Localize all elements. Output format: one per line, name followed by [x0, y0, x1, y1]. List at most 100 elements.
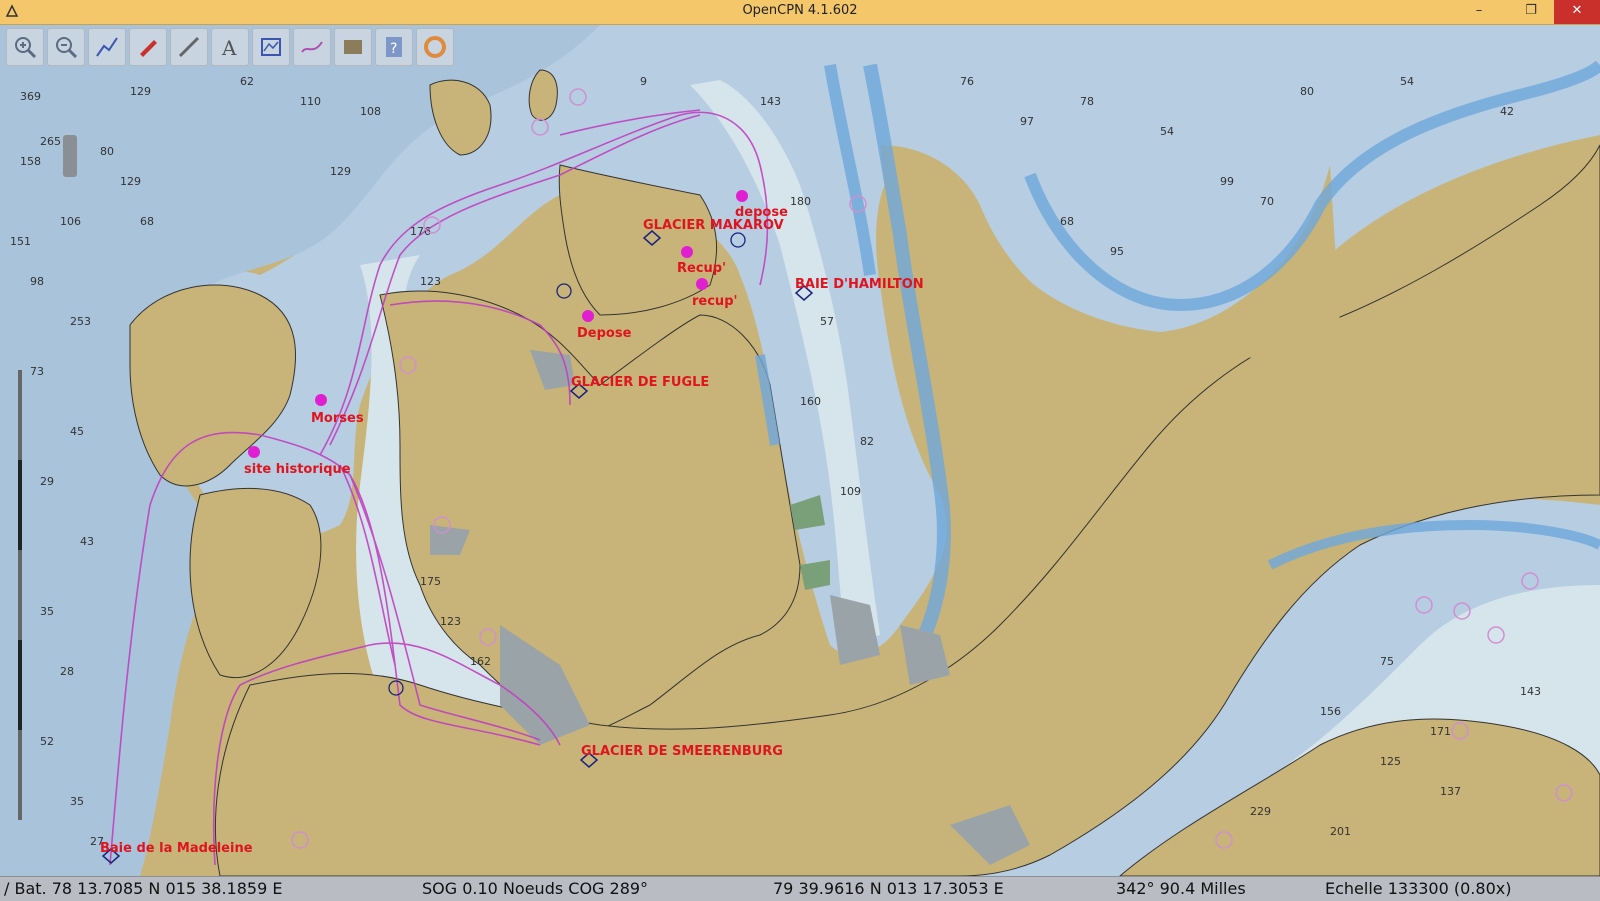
svg-text:29: 29 [40, 475, 54, 488]
text-button[interactable]: A [211, 28, 249, 66]
window-title: OpenCPN 4.1.602 [742, 3, 858, 18]
settings-button[interactable] [416, 28, 454, 66]
svg-text:123: 123 [440, 615, 461, 628]
measure-icon [178, 36, 200, 58]
svg-text:70: 70 [1260, 195, 1274, 208]
help-button[interactable]: ? [375, 28, 413, 66]
svg-text:43: 43 [80, 535, 94, 548]
status-cursor-position: 79 39.9616 N 013 17.3053 E [773, 879, 1004, 898]
svg-text:106: 106 [60, 215, 81, 228]
chart-info-button[interactable] [334, 28, 372, 66]
svg-text:110: 110 [300, 95, 321, 108]
svg-text:82: 82 [860, 435, 874, 448]
scale-bar [18, 370, 24, 830]
svg-text:45: 45 [70, 425, 84, 438]
svg-text:57: 57 [820, 315, 834, 328]
status-bearing-distance: 342° 90.4 Milles [1116, 879, 1246, 898]
svg-text:99: 99 [1220, 175, 1234, 188]
label-glacier-smeerenburg[interactable]: GLACIER DE SMEERENBURG [581, 744, 783, 759]
help-icon: ? [386, 37, 402, 57]
svg-text:76: 76 [960, 75, 974, 88]
measure-button[interactable] [170, 28, 208, 66]
zoom-in-icon [15, 37, 37, 59]
svg-text:68: 68 [140, 215, 154, 228]
svg-text:137: 137 [1440, 785, 1461, 798]
svg-text:A: A [221, 36, 237, 60]
minimize-button[interactable]: – [1464, 0, 1494, 24]
svg-text:35: 35 [40, 605, 54, 618]
svg-text:180: 180 [790, 195, 811, 208]
label-glacier-fugle[interactable]: GLACIER DE FUGLE [571, 375, 709, 390]
label-morses[interactable]: Morses [311, 411, 364, 426]
svg-text:62: 62 [240, 75, 254, 88]
label-depose-2[interactable]: Depose [577, 326, 632, 341]
svg-text:156: 156 [1320, 705, 1341, 718]
zoom-out-icon [56, 37, 78, 59]
track-button[interactable] [293, 28, 331, 66]
svg-text:129: 129 [130, 85, 151, 98]
label-depose-1[interactable]: depose [735, 205, 788, 220]
label-baie-madeleine[interactable]: Baie de la Madeleine [100, 841, 253, 856]
svg-text:54: 54 [1160, 125, 1174, 138]
svg-text:129: 129 [120, 175, 141, 188]
svg-text:54: 54 [1400, 75, 1414, 88]
label-glacier-makarov[interactable]: GLACIER MAKAROV [643, 218, 784, 233]
tide-icon [261, 38, 281, 56]
svg-text:97: 97 [1020, 115, 1034, 128]
ship-button[interactable] [129, 28, 167, 66]
svg-text:?: ? [390, 41, 397, 57]
title-bar: OpenCPN 4.1.602 – ❐ ✕ [0, 0, 1600, 25]
svg-text:265: 265 [40, 135, 61, 148]
main-toolbar: A ? [6, 28, 454, 68]
status-sog-cog: SOG 0.10 Noeuds COG 289° [422, 879, 649, 898]
svg-text:253: 253 [70, 315, 91, 328]
svg-text:125: 125 [1380, 755, 1401, 768]
status-bar: / Bat. 78 13.7085 N 015 38.1859 E SOG 0.… [0, 876, 1600, 901]
text-icon: A [221, 36, 237, 60]
label-recup-2[interactable]: recup' [692, 294, 737, 309]
svg-text:369: 369 [20, 90, 41, 103]
label-site-historique[interactable]: site historique [244, 462, 351, 477]
svg-text:9: 9 [640, 75, 647, 88]
svg-text:95: 95 [1110, 245, 1124, 258]
svg-text:109: 109 [840, 485, 861, 498]
svg-text:129: 129 [330, 165, 351, 178]
svg-text:35: 35 [70, 795, 84, 808]
status-scale: Echelle 133300 (0.80x) [1325, 879, 1512, 898]
label-baie-hamilton[interactable]: BAIE D'HAMILTON [795, 277, 924, 292]
svg-text:162: 162 [470, 655, 491, 668]
track-icon [301, 41, 323, 53]
route-button[interactable] [88, 28, 126, 66]
chart-canvas[interactable]: 369 265 158 80 129 68 106 151 98 253 73 45 29 43 35… [0, 25, 1600, 876]
svg-text:98: 98 [30, 275, 44, 288]
route-icon [96, 37, 118, 57]
zoom-out-button[interactable] [47, 28, 85, 66]
close-button[interactable]: ✕ [1554, 0, 1600, 24]
svg-text:229: 229 [1250, 805, 1271, 818]
tide-button[interactable] [252, 28, 290, 66]
lifebuoy-icon [424, 36, 446, 58]
svg-text:108: 108 [360, 105, 381, 118]
zoom-in-button[interactable] [6, 28, 44, 66]
svg-text:75: 75 [1380, 655, 1394, 668]
svg-text:68: 68 [1060, 215, 1074, 228]
compass-gauge [63, 135, 77, 177]
restore-button[interactable]: ❐ [1516, 0, 1546, 24]
svg-text:123: 123 [420, 275, 441, 288]
svg-text:28: 28 [60, 665, 74, 678]
svg-text:143: 143 [760, 95, 781, 108]
svg-text:201: 201 [1330, 825, 1351, 838]
svg-text:73: 73 [30, 365, 44, 378]
label-recup-1[interactable]: Recup' [677, 261, 726, 276]
svg-text:171: 171 [1430, 725, 1451, 738]
svg-text:175: 175 [420, 575, 441, 588]
svg-text:151: 151 [10, 235, 31, 248]
svg-text:143: 143 [1520, 685, 1541, 698]
ship-icon [140, 40, 157, 57]
svg-text:78: 78 [1080, 95, 1094, 108]
svg-text:52: 52 [40, 735, 54, 748]
chart-icon [344, 40, 362, 54]
svg-text:80: 80 [100, 145, 114, 158]
svg-text:158: 158 [20, 155, 41, 168]
svg-text:160: 160 [800, 395, 821, 408]
